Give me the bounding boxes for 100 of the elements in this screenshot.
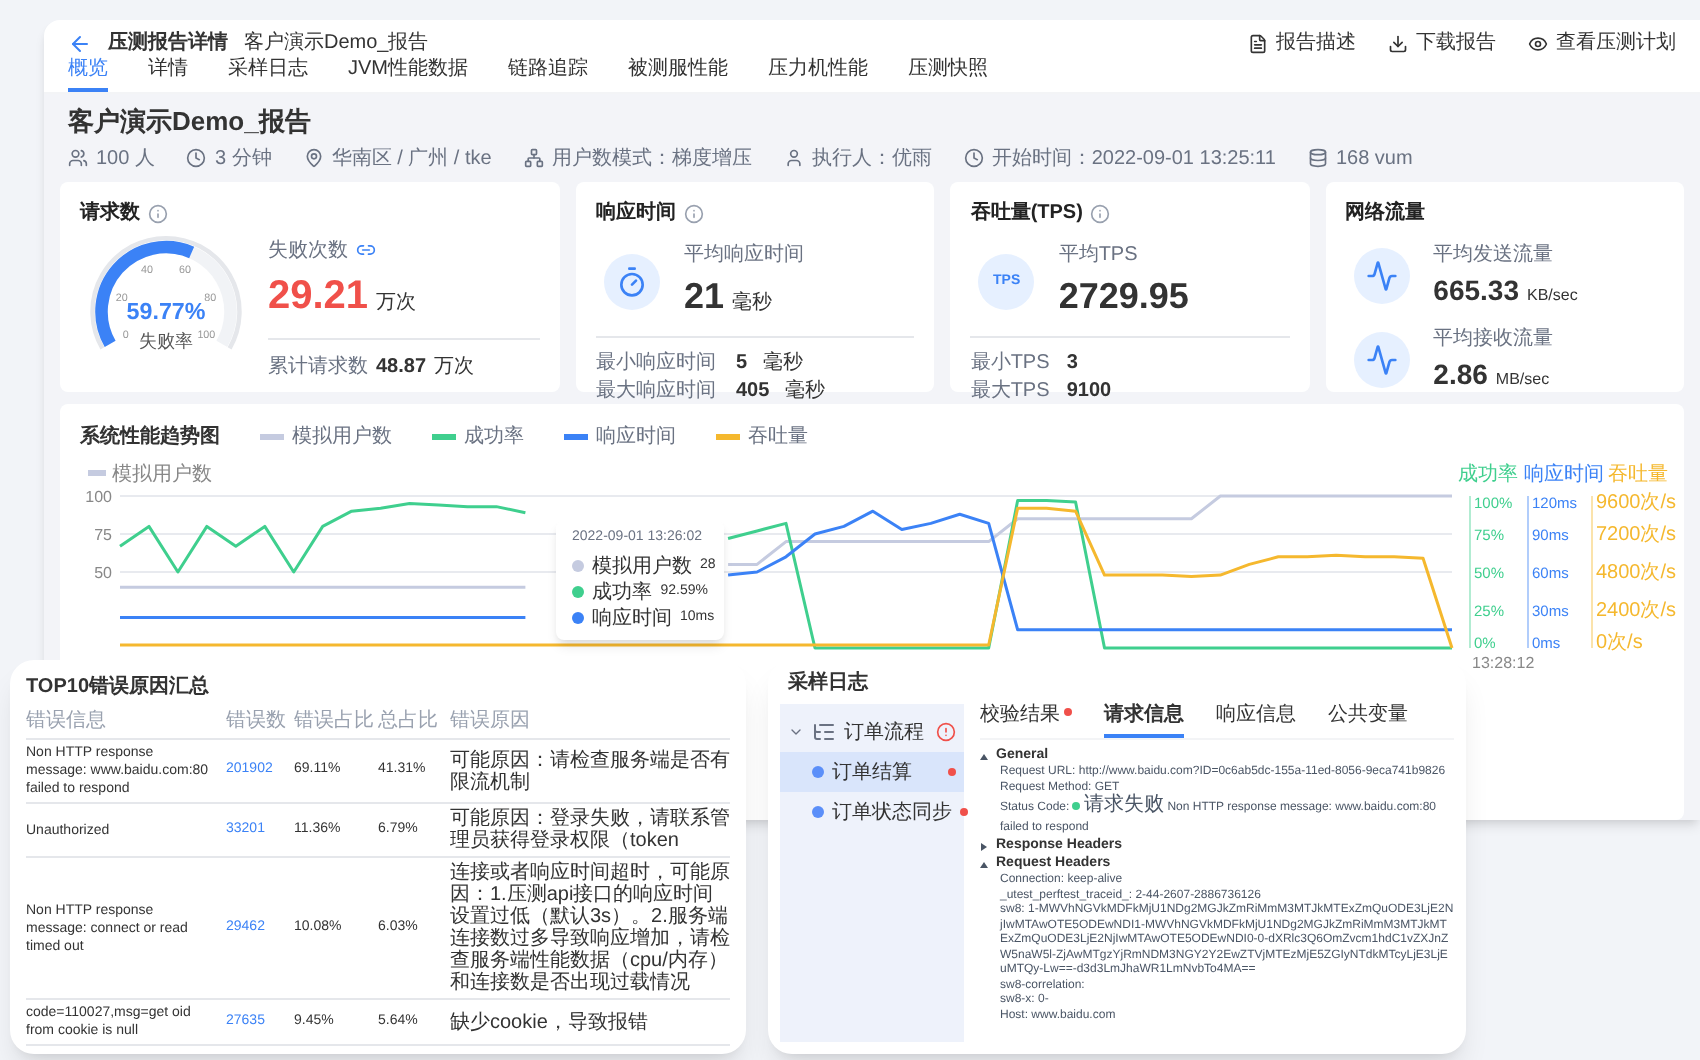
axis-label: 模拟用户数: [112, 464, 212, 486]
metric-value: 5: [736, 350, 748, 378]
info-icon: [148, 203, 168, 223]
eye-icon: [1528, 33, 1548, 53]
unit: 万次: [376, 289, 417, 317]
error-icon: [936, 722, 956, 742]
metric-label: 失败次数: [268, 237, 348, 265]
tab[interactable]: 响应信息: [1216, 700, 1296, 738]
axis-label: 吞吐量: [1608, 464, 1668, 486]
card-title: 请求数: [80, 199, 140, 228]
document-icon: [1248, 33, 1268, 53]
card-title: 吞吐量(TPS): [970, 199, 1083, 228]
legend-marker: [88, 470, 106, 476]
metric-label: 平均接收流量: [1433, 325, 1554, 354]
stopwatch-icon: [604, 254, 660, 310]
meta-text: 168 vum: [1335, 145, 1413, 173]
tooltip-label: 模拟用户数: [592, 553, 692, 581]
metric-label: 最大TPS: [970, 378, 1051, 406]
column-header: 总占比: [378, 708, 450, 739]
tick-label: 0次/s: [1596, 632, 1643, 654]
tab[interactable]: 采样日志: [228, 54, 308, 92]
report-name: 客户演示Demo_报告: [244, 29, 429, 57]
unit: KB/sec: [1526, 284, 1578, 308]
tab[interactable]: 被测服性能: [628, 54, 728, 92]
legend-label: 成功率: [464, 423, 524, 451]
table-cell: 连接或者响应时间超时，可能原因：1.压测api接口的响应时间设置过低（默认3s）。2.服务端连接数过多导致响应增加，请检查服务端性能数据（cpu/内存）和连接数是否出现过载情况: [450, 857, 730, 999]
gauge-label: 失败率: [139, 331, 193, 352]
unit: 毫秒: [732, 289, 773, 318]
metric-value: 2729.95: [1058, 274, 1189, 320]
unit: 毫秒: [763, 350, 804, 378]
tick-label: 13:28:12: [1472, 654, 1535, 672]
unit: 毫秒: [785, 378, 826, 406]
axis-label: 成功率: [1458, 464, 1518, 486]
axis-label: 响应时间: [1524, 464, 1604, 486]
map-pin-icon: [303, 148, 324, 168]
unit: MB/sec: [1495, 368, 1550, 392]
metric-label: 平均发送流量: [1433, 241, 1556, 270]
page-title: 压测报告详情: [108, 28, 228, 57]
database-icon: [1307, 148, 1328, 168]
card-title: 采样日志: [786, 672, 871, 696]
pulse-icon: [1353, 332, 1410, 388]
metric-value: 48.87: [376, 353, 427, 381]
metric-value: 3: [1066, 350, 1078, 378]
metric-value: 405: [736, 378, 770, 406]
metric-label: 平均TPS: [1058, 242, 1140, 270]
link-icon[interactable]: [356, 240, 376, 260]
gauge-value: 59.77%: [126, 298, 206, 325]
tick-label: 75: [94, 526, 112, 544]
chart-title: 系统性能趋势图: [80, 423, 220, 451]
users-icon: [68, 148, 88, 168]
column-header: 错误原因: [450, 708, 730, 739]
metric-label: 最小TPS: [970, 350, 1051, 378]
unit: 万次: [434, 353, 475, 381]
card-title: TOP10错误原因汇总: [26, 676, 211, 700]
tab[interactable]: 详情: [148, 54, 188, 92]
card-title: 响应时间: [596, 198, 676, 228]
metric-value: 21: [684, 274, 725, 320]
tab[interactable]: 压力机性能: [768, 54, 868, 92]
header-action[interactable]: 查看压测计划: [1528, 28, 1676, 58]
meta-text: 3 分钟: [214, 145, 272, 173]
table-cell: 缺少cookie，导致报错: [450, 999, 730, 1045]
column-header: 错误数: [226, 708, 294, 739]
network-icon: [523, 148, 544, 168]
report-heading: 客户演示Demo_报告: [66, 106, 313, 138]
metric-value: 665.33: [1433, 272, 1519, 310]
list-icon: [812, 720, 836, 744]
tick-label: 50: [94, 564, 112, 582]
tab[interactable]: 链路追踪: [508, 54, 588, 92]
tab[interactable]: 压测快照: [908, 54, 988, 92]
column-header: 错误占比: [294, 708, 378, 739]
caret-icon: [788, 724, 804, 740]
tick-label: 2400次/s: [1596, 600, 1677, 622]
tick-label: 4800次/s: [1596, 562, 1677, 584]
meta-text: 用户数模式：梯度增压: [551, 145, 752, 173]
back-icon[interactable]: [68, 31, 92, 55]
failure-count: 29.21: [268, 271, 369, 321]
info-icon: [1090, 203, 1111, 223]
legend-label: 吞吐量: [748, 423, 808, 451]
tab[interactable]: 请求信息: [1104, 700, 1184, 738]
header-action[interactable]: 下载报告: [1388, 28, 1496, 58]
legend-label: 响应时间: [596, 423, 676, 451]
metric-label: 平均响应时间: [684, 241, 804, 270]
tick-label: 9600次/s: [1596, 492, 1677, 514]
metric-value: 9100: [1066, 378, 1112, 406]
download-icon: [1388, 33, 1408, 53]
tree-item[interactable]: 订单流程: [780, 712, 964, 752]
metric-value: 2.86: [1433, 356, 1488, 394]
tooltip-label: 响应时间: [592, 605, 672, 633]
tab[interactable]: 校验结果: [980, 700, 1072, 738]
tooltip-label: 成功率: [592, 579, 653, 607]
tree-item[interactable]: 订单结算: [780, 752, 964, 792]
header-action[interactable]: 报告描述: [1248, 28, 1356, 58]
clock-icon: [963, 148, 984, 168]
user-icon: [783, 148, 804, 168]
legend-marker: [260, 433, 284, 439]
legend-marker: [716, 433, 740, 439]
card-title: 网络流量: [1345, 198, 1426, 228]
tab[interactable]: 公共变量: [1328, 700, 1408, 738]
tab[interactable]: JVM性能数据: [348, 54, 468, 92]
tree-item[interactable]: 订单状态同步: [780, 792, 964, 832]
